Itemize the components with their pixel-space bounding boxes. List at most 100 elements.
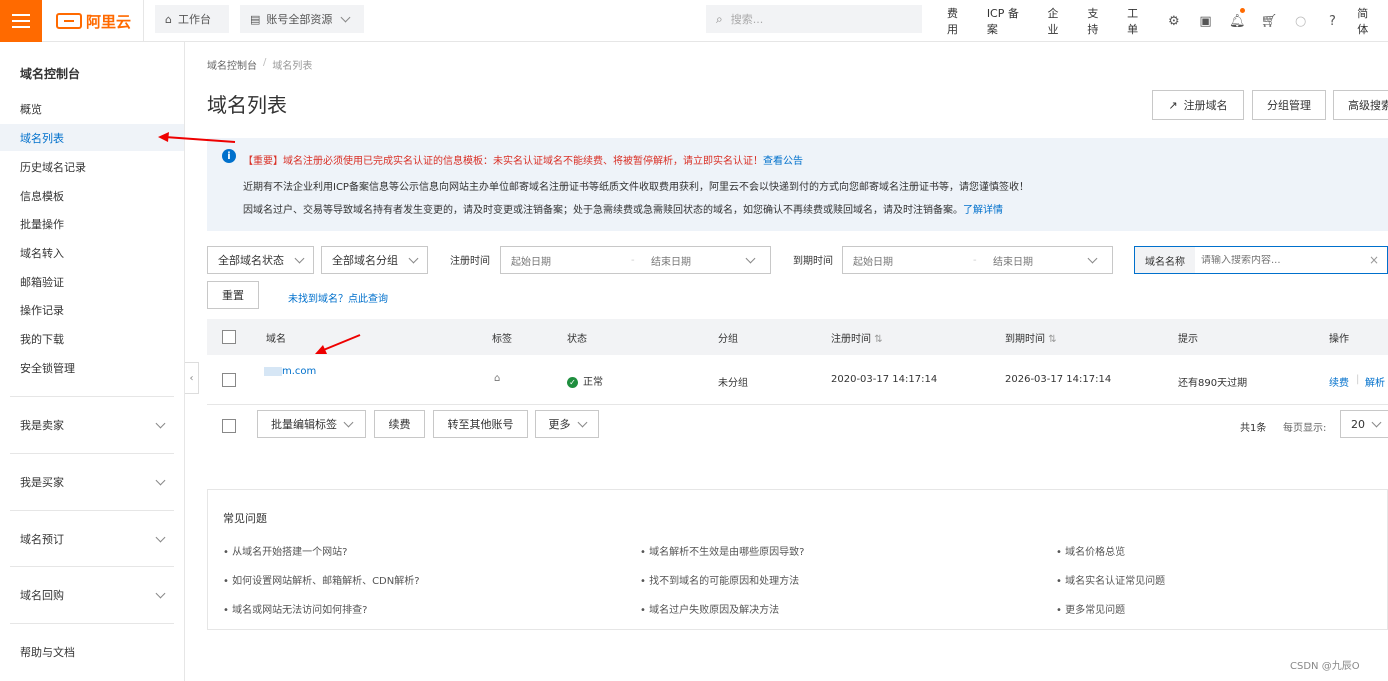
sidebar-group-preorder[interactable]: 域名预订 xyxy=(10,510,174,566)
workbench-button[interactable]: ⌂ 工作台 xyxy=(155,5,229,33)
main-content: 域名控制台 / 域名列表 域名列表 ↗ 注册域名 分组管理 高级搜索 i 【重要… xyxy=(207,42,1388,681)
bulk-select-checkbox[interactable] xyxy=(222,419,236,433)
faq-link[interactable]: • 域名解析不生效是由哪些原因导致? xyxy=(640,543,804,558)
bulk-renew-button[interactable]: 续费 xyxy=(374,410,425,438)
sidebar-item-templates[interactable]: 信息模板 xyxy=(0,182,184,209)
faq-link[interactable]: • 域名价格总览 xyxy=(1056,543,1125,558)
transfer-account-button[interactable]: 转至其他账号 xyxy=(433,410,528,438)
register-domain-label: 注册域名 xyxy=(1183,99,1228,112)
help-icon[interactable]: ? xyxy=(1317,0,1349,42)
exp-date-range-picker[interactable]: 起始日期 - 结束日期 xyxy=(842,246,1113,274)
select-all-checkbox[interactable] xyxy=(222,330,236,344)
faq-link[interactable]: • 从域名开始搭建一个网站? xyxy=(223,543,347,558)
group-filter-value: 全部域名分组 xyxy=(332,254,398,267)
row-checkbox[interactable] xyxy=(222,373,236,387)
reg-date-range-picker[interactable]: 起始日期 - 结束日期 xyxy=(500,246,771,274)
col-expires[interactable]: 到期时间 ⇅ xyxy=(1005,330,1057,345)
bulk-edit-tags-select[interactable]: 批量编辑标签 xyxy=(257,410,366,438)
col-expires-label: 到期时间 xyxy=(1005,334,1045,345)
status-badge: ✓ 正常 xyxy=(567,373,603,388)
table-row: m.com ⌂ ✓ 正常 未分组 2020-03-17 14:17:14 2026… xyxy=(207,355,1388,405)
sidebar-item-operation-log[interactable]: 操作记录 xyxy=(0,296,184,323)
sidebar-group-label: 域名回购 xyxy=(20,588,64,602)
tag-icon[interactable]: ⌂ xyxy=(494,373,500,384)
chevron-down-icon xyxy=(343,417,354,428)
faq-link[interactable]: • 域名或网站无法访问如何排查? xyxy=(223,601,367,616)
more-actions-select[interactable]: 更多 xyxy=(535,410,599,438)
search-field-label[interactable]: 域名名称 xyxy=(1135,247,1195,273)
not-found-query-link[interactable]: 未找到域名？点此查询 xyxy=(288,290,388,305)
registered-value: 2020-03-17 14:17:14 xyxy=(831,374,938,385)
sidebar-item-history[interactable]: 历史域名记录 xyxy=(0,153,184,180)
faq-link[interactable]: • 更多常见问题 xyxy=(1056,601,1125,616)
more-actions-label: 更多 xyxy=(548,418,571,431)
faq-link[interactable]: • 域名实名认证常见问题 xyxy=(1056,572,1165,587)
bulk-edit-tags-label: 批量编辑标签 xyxy=(271,418,337,431)
top-link-billing[interactable]: 费用 xyxy=(938,5,978,37)
check-circle-icon: ✓ xyxy=(567,377,578,388)
faq-link[interactable]: • 域名过户失败原因及解决方法 xyxy=(640,601,779,616)
sidebar-item-email-verify[interactable]: 邮箱验证 xyxy=(0,268,184,295)
chevron-down-icon xyxy=(294,253,305,264)
sidebar-item-batch[interactable]: 批量操作 xyxy=(0,210,184,237)
group-filter-select[interactable]: 全部域名分组 xyxy=(321,246,428,274)
faq-link[interactable]: • 如何设置网站解析、邮箱解析、CDN解析? xyxy=(223,572,420,587)
sidebar-group-seller[interactable]: 我是卖家 xyxy=(10,396,174,452)
per-page-value: 20 xyxy=(1351,417,1365,431)
resource-selector-label: 账号全部资源 xyxy=(266,13,333,26)
sidebar-item-security-lock[interactable]: 安全锁管理 xyxy=(0,354,184,381)
sidebar-title: 域名控制台 xyxy=(20,67,81,81)
global-search-input[interactable]: ⌕ 搜索... xyxy=(706,5,922,33)
top-link-ticket[interactable]: 工单 xyxy=(1118,5,1158,37)
reset-button[interactable]: 重置 xyxy=(207,281,259,309)
dns-resolve-link[interactable]: 解析 xyxy=(1365,374,1385,389)
domain-search-input[interactable] xyxy=(1195,254,1361,266)
col-registered[interactable]: 注册时间 ⇅ xyxy=(831,330,883,345)
list-icon: ▤ xyxy=(250,12,261,26)
sidebar-group-buyback[interactable]: 域名回购 xyxy=(10,566,174,622)
hamburger-menu-icon[interactable] xyxy=(0,0,42,42)
col-group: 分组 xyxy=(718,334,738,345)
domain-link[interactable]: m.com xyxy=(264,366,316,377)
sidebar-group-buyer[interactable]: 我是买家 xyxy=(10,453,174,509)
status-filter-select[interactable]: 全部域名状态 xyxy=(207,246,314,274)
aliyun-logo[interactable]: 阿里云 xyxy=(56,11,131,31)
sidebar-help-docs[interactable]: 帮助与文档 xyxy=(10,623,174,679)
lightbulb-icon[interactable]: ○ xyxy=(1285,0,1317,42)
terminal-icon[interactable]: ▣ xyxy=(1190,0,1222,42)
sidebar-collapse-toggle[interactable]: ‹ xyxy=(185,362,199,394)
divider xyxy=(143,0,144,42)
breadcrumb-current: 域名列表 xyxy=(272,61,313,72)
resource-selector[interactable]: ▤ 账号全部资源 xyxy=(240,5,364,33)
per-page-select[interactable]: 20 xyxy=(1340,410,1388,438)
sidebar-group-label: 域名预订 xyxy=(20,532,64,546)
view-announcement-link[interactable]: 查看公告 xyxy=(763,156,803,167)
chevron-down-icon xyxy=(155,532,166,542)
service-icon[interactable]: ⚙ xyxy=(1158,0,1190,42)
renew-link[interactable]: 续费 xyxy=(1329,374,1349,389)
clear-icon[interactable]: × xyxy=(1361,253,1387,267)
page-title: 域名列表 xyxy=(207,93,287,117)
breadcrumb-console[interactable]: 域名控制台 xyxy=(207,57,257,72)
cart-icon[interactable]: 🛒︎ xyxy=(1253,0,1285,42)
sidebar-item-overview[interactable]: 概览 xyxy=(0,95,184,122)
chevron-down-icon xyxy=(155,475,166,485)
faq-link[interactable]: • 找不到域名的可能原因和处理方法 xyxy=(640,572,799,587)
search-placeholder: 搜索... xyxy=(730,13,764,26)
sidebar-item-downloads[interactable]: 我的下载 xyxy=(0,325,184,352)
register-domain-button[interactable]: ↗ 注册域名 xyxy=(1152,90,1244,120)
sidebar-item-transfer-in[interactable]: 域名转入 xyxy=(0,239,184,266)
group-manage-button[interactable]: 分组管理 xyxy=(1252,90,1326,120)
notice-line-3: 因域名过户、交易等导致域名持有者发生变更的，请及时变更或注销备案；处于急需续费或… xyxy=(243,201,1003,216)
col-tag: 标签 xyxy=(492,334,512,345)
language-switch[interactable]: 简体 xyxy=(1348,5,1388,37)
top-link-icp[interactable]: ICP 备案 xyxy=(978,5,1039,37)
breadcrumb-separator: / xyxy=(263,57,267,68)
top-link-enterprise[interactable]: 企业 xyxy=(1039,5,1079,37)
top-link-support[interactable]: 支持 xyxy=(1078,5,1118,37)
aliyun-logo-icon xyxy=(56,13,82,29)
advanced-search-button[interactable]: 高级搜索 xyxy=(1333,90,1388,120)
bell-icon[interactable]: 🔔︎ xyxy=(1221,0,1253,42)
learn-more-link[interactable]: 了解详情 xyxy=(963,205,1003,216)
chevron-down-icon xyxy=(340,12,351,23)
